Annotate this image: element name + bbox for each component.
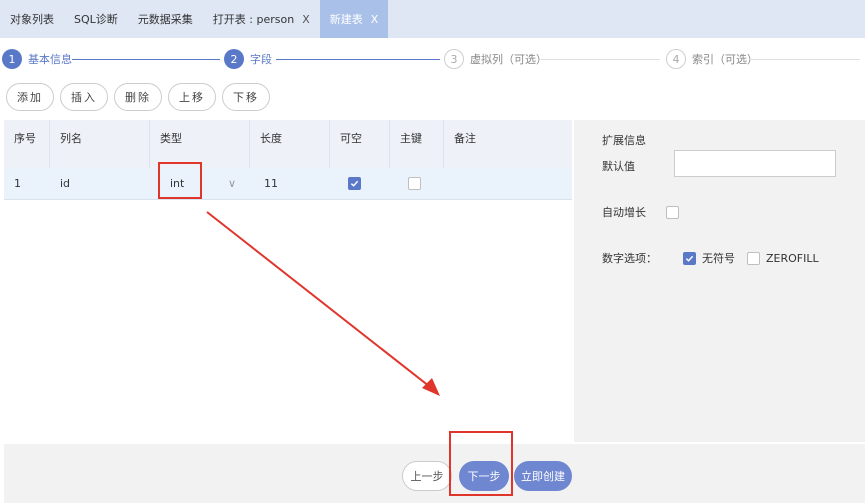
cell-nullable	[330, 168, 390, 200]
tab-new-table[interactable]: 新建表 X	[319, 0, 389, 38]
tab-label: 新建表	[329, 13, 363, 26]
step-fields[interactable]: 2 字段	[224, 49, 272, 69]
step-number: 2	[224, 49, 244, 69]
tab-bar: 对象列表 SQL诊断 元数据采集 打开表 : person X 新建表 X	[0, 0, 865, 38]
primary-key-checkbox[interactable]	[408, 177, 421, 190]
table-row[interactable]: 1 id int ∨ 11	[4, 168, 572, 200]
add-button[interactable]: 添加	[6, 83, 54, 111]
step-indexes[interactable]: 4 索引（可选）	[666, 49, 758, 69]
wizard-stepper: 1 基本信息 2 字段 3 虚拟列（可选） 4 索引（可选）	[0, 44, 865, 76]
header-primary-key: 主键	[390, 120, 444, 168]
tab-metadata-collect[interactable]: 元数据采集	[128, 0, 203, 38]
auto-increment-label: 自动增长	[602, 206, 646, 219]
header-length: 长度	[250, 120, 330, 168]
zerofill-checkbox[interactable]	[747, 251, 760, 265]
cell-column-name[interactable]: id	[50, 168, 150, 200]
cell-length[interactable]: 11	[250, 168, 330, 200]
header-name: 列名	[50, 120, 150, 168]
header-nullable: 可空	[330, 120, 390, 168]
panel-title: 扩展信息	[602, 134, 646, 147]
fields-table: 序号 列名 类型 长度 可空 主键 备注 1 id int ∨ 11	[4, 120, 572, 442]
auto-increment-checkbox[interactable]	[666, 205, 679, 219]
move-down-button[interactable]: 下移	[222, 83, 270, 111]
delete-button[interactable]: 删除	[114, 83, 162, 111]
tab-sql-diagnosis[interactable]: SQL诊断	[64, 0, 128, 38]
step-connector	[750, 59, 860, 60]
step-label: 索引（可选）	[692, 53, 758, 66]
chevron-down-icon[interactable]: ∨	[228, 177, 236, 190]
highlight-box	[449, 431, 513, 496]
header-comment: 备注	[454, 132, 476, 145]
step-connector	[276, 59, 440, 60]
step-label: 虚拟列（可选）	[470, 53, 547, 66]
tab-label: 打开表 : person	[212, 13, 295, 26]
numeric-options-label: 数字选项：	[602, 252, 657, 265]
tab-label: 对象列表	[10, 13, 54, 26]
auto-increment-row: 自动增长	[602, 204, 679, 220]
step-label: 字段	[250, 53, 272, 66]
numeric-options-row: 数字选项： 无符号 ZEROFILL	[602, 250, 831, 266]
header-index: 序号	[4, 120, 50, 168]
nullable-checkbox[interactable]	[348, 177, 361, 190]
step-connector	[540, 59, 660, 60]
cell-comment[interactable]	[444, 168, 572, 200]
close-icon[interactable]: X	[371, 13, 379, 26]
step-number: 1	[2, 49, 22, 69]
header-type: 类型	[150, 120, 250, 168]
step-basic-info[interactable]: 1 基本信息	[2, 49, 72, 69]
move-up-button[interactable]: 上移	[168, 83, 216, 111]
zerofill-label: ZEROFILL	[766, 251, 819, 265]
tab-object-list[interactable]: 对象列表	[0, 0, 64, 38]
unsigned-option[interactable]: 无符号	[683, 250, 735, 266]
extension-panel: 扩展信息 默认值 自动增长 数字选项： 无符号 ZEROFILL	[574, 120, 865, 442]
create-now-button[interactable]: 立即创建	[514, 461, 572, 491]
wizard-footer: 上一步 下一步 立即创建	[4, 444, 865, 503]
unsigned-label: 无符号	[702, 252, 735, 265]
step-number: 3	[444, 49, 464, 69]
zerofill-option[interactable]: ZEROFILL	[747, 251, 819, 265]
field-toolbar: 添加 插入 删除 上移 下移	[6, 83, 270, 111]
prev-step-button[interactable]: 上一步	[402, 461, 452, 491]
close-icon[interactable]: X	[302, 13, 310, 26]
table-header: 序号 列名 类型 长度 可空 主键 备注	[4, 120, 572, 168]
highlight-box	[158, 162, 202, 199]
cell-index: 1	[14, 177, 21, 190]
step-label: 基本信息	[28, 53, 72, 66]
default-value-input[interactable]	[674, 150, 836, 177]
tab-label: 元数据采集	[137, 13, 193, 26]
tab-open-table-person[interactable]: 打开表 : person X	[203, 0, 320, 38]
default-value-label: 默认值	[602, 160, 635, 173]
step-virtual-columns[interactable]: 3 虚拟列（可选）	[444, 49, 547, 69]
cell-primary-key	[390, 168, 444, 200]
step-connector	[72, 59, 220, 60]
unsigned-checkbox[interactable]	[683, 251, 696, 265]
insert-button[interactable]: 插入	[60, 83, 108, 111]
tab-label: SQL诊断	[74, 13, 118, 26]
step-number: 4	[666, 49, 686, 69]
